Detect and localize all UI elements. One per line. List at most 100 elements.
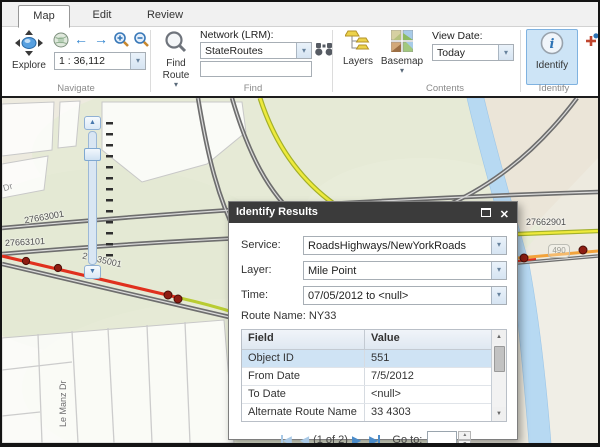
svg-text:i: i	[550, 37, 555, 52]
tab-edit[interactable]: Edit	[76, 5, 128, 27]
chevron-down-icon: ▾	[136, 56, 140, 65]
time-label: Time:	[241, 286, 303, 305]
chevron-down-icon: ▾	[302, 46, 306, 55]
value-cell: <null>	[364, 386, 493, 403]
identify-results-dialog: Identify Results ✕ Service: RoadsHighway…	[228, 201, 518, 440]
zoom-out-button[interactable]	[132, 31, 150, 48]
close-icon[interactable]: ✕	[500, 205, 509, 226]
table-row[interactable]: From Date 7/5/2012	[242, 368, 493, 386]
next-page-button[interactable]: ▶	[352, 433, 361, 444]
road-label: 27662901	[526, 217, 566, 227]
view-date-dropdown-button[interactable]: ▾	[498, 45, 513, 60]
value-column-header[interactable]: Value	[364, 330, 493, 349]
route-name-row: Route Name: NY33	[241, 310, 507, 322]
identify-button[interactable]: i Identify	[526, 29, 578, 85]
triangle-right-icon: ▶	[352, 433, 361, 444]
find-button[interactable]	[315, 41, 333, 58]
table-row[interactable]: Object ID 551	[242, 350, 493, 368]
slider-zoom-in-button[interactable]: ▲	[84, 116, 101, 130]
time-combo[interactable]: 07/05/2012 to <null> ▾	[303, 286, 507, 305]
zoom-slider-handle[interactable]	[84, 148, 101, 161]
forward-extent-button[interactable]: →	[92, 30, 110, 47]
app-window: Map Edit Review Explore	[0, 0, 600, 447]
binoculars-icon	[315, 42, 333, 57]
dialog-title: Identify Results	[236, 206, 318, 218]
layers-label: Layers	[343, 57, 373, 67]
identify-route-tool-icon	[584, 33, 599, 48]
navigate-group-label: Navigate	[57, 83, 95, 94]
value-cell: 551	[364, 350, 493, 367]
find-route-button[interactable]: Find Route ▾	[154, 29, 198, 89]
find-route-input[interactable]	[200, 61, 312, 77]
dialog-title-bar[interactable]: Identify Results ✕	[229, 202, 517, 223]
triangle-right-icon: ▶	[369, 433, 378, 444]
scale-dropdown-button[interactable]: ▾	[130, 53, 145, 69]
back-extent-button[interactable]: ←	[72, 30, 90, 47]
tab-review[interactable]: Review	[134, 5, 196, 27]
table-header-row: Field Value	[242, 330, 493, 350]
field-column-header[interactable]: Field	[242, 330, 364, 349]
find-group-label: Find	[244, 83, 262, 94]
zoom-in-icon	[113, 31, 130, 48]
field-cell: Alternate Route Name	[242, 404, 364, 421]
scrollbar-thumb[interactable]	[494, 346, 505, 372]
scroll-down-icon[interactable]: ▼	[492, 407, 506, 421]
maximize-icon[interactable]	[481, 208, 491, 217]
layers-button[interactable]: Layers	[338, 29, 378, 85]
group-separator	[150, 30, 151, 92]
network-dropdown-button[interactable]: ▾	[296, 43, 311, 58]
previous-page-button[interactable]: ◀	[300, 433, 309, 444]
identify-button-label: Identify	[536, 61, 568, 71]
spinner-up-icon[interactable]: ▲	[458, 431, 471, 440]
service-dropdown-button[interactable]: ▾	[491, 237, 506, 254]
page-indicator: (1 of 2)	[313, 434, 348, 444]
table-row[interactable]: To Date <null>	[242, 386, 493, 404]
view-date-label: View Date:	[432, 30, 483, 42]
service-combo[interactable]: RoadsHighways/NewYorkRoads ▾	[303, 236, 507, 255]
network-combo[interactable]: StateRoutes ▾	[200, 42, 312, 59]
magnifier-icon	[164, 30, 188, 57]
network-value: StateRoutes	[201, 43, 296, 58]
goto-page-input[interactable]	[427, 431, 457, 443]
slider-zoom-out-button[interactable]: ▼	[84, 265, 101, 279]
explore-button[interactable]: Explore	[6, 29, 52, 85]
chevron-down-icon: ▾	[497, 265, 501, 274]
tab-map[interactable]: Map	[18, 5, 70, 28]
scale-combo[interactable]: 1 : 36,112 ▾	[54, 52, 146, 70]
scroll-up-icon[interactable]: ▲	[492, 330, 506, 344]
time-dropdown-button[interactable]: ▾	[491, 287, 506, 304]
table-scrollbar[interactable]: ▲ ▼	[491, 330, 506, 421]
full-extent-globe-button[interactable]	[52, 31, 70, 48]
identify-group-label: Identify	[539, 83, 570, 94]
map-view[interactable]: 27663001 27663101 27135001 27662901 Le M…	[2, 96, 598, 443]
layer-dropdown-button[interactable]: ▾	[491, 262, 506, 279]
chevron-down-icon: ▾	[497, 290, 501, 299]
view-date-combo[interactable]: Today ▾	[432, 44, 514, 61]
layer-combo[interactable]: Mile Point ▾	[303, 261, 507, 280]
first-page-button[interactable]: ◀	[281, 433, 292, 444]
identify-route-tool-button[interactable]	[582, 32, 600, 49]
contents-group-label: Contents	[426, 83, 464, 94]
road-label: 27663101	[5, 236, 46, 248]
ribbon: Map Edit Review Explore	[2, 2, 598, 96]
goto-label: Go to:	[392, 434, 422, 444]
highway-shield: 490	[548, 244, 570, 258]
network-lrm-label: Network (LRM):	[200, 29, 274, 41]
chevron-down-icon: ▾	[174, 81, 178, 88]
explore-pan-icon	[15, 30, 43, 59]
route-name-value: NY33	[309, 310, 337, 322]
group-separator	[520, 30, 521, 92]
time-value: 07/05/2012 to <null>	[304, 287, 491, 304]
zoom-in-button[interactable]	[112, 31, 130, 48]
triangle-down-icon: ▼	[89, 268, 96, 275]
forward-arrow-icon: →	[94, 31, 108, 47]
scale-value: 1 : 36,112	[55, 53, 130, 69]
spinner-down-icon[interactable]: ▼	[458, 440, 471, 443]
goto-spinner[interactable]: ▲ ▼	[458, 431, 471, 443]
table-row[interactable]: Alternate Route Name 33 4303	[242, 404, 493, 422]
find-route-label-line1: Find	[166, 59, 185, 69]
street-label: Le Manz Dr	[58, 380, 68, 427]
basemap-button[interactable]: Basemap ▾	[380, 29, 424, 91]
field-cell: Object ID	[242, 350, 364, 367]
last-page-button[interactable]: ▶	[369, 433, 380, 444]
